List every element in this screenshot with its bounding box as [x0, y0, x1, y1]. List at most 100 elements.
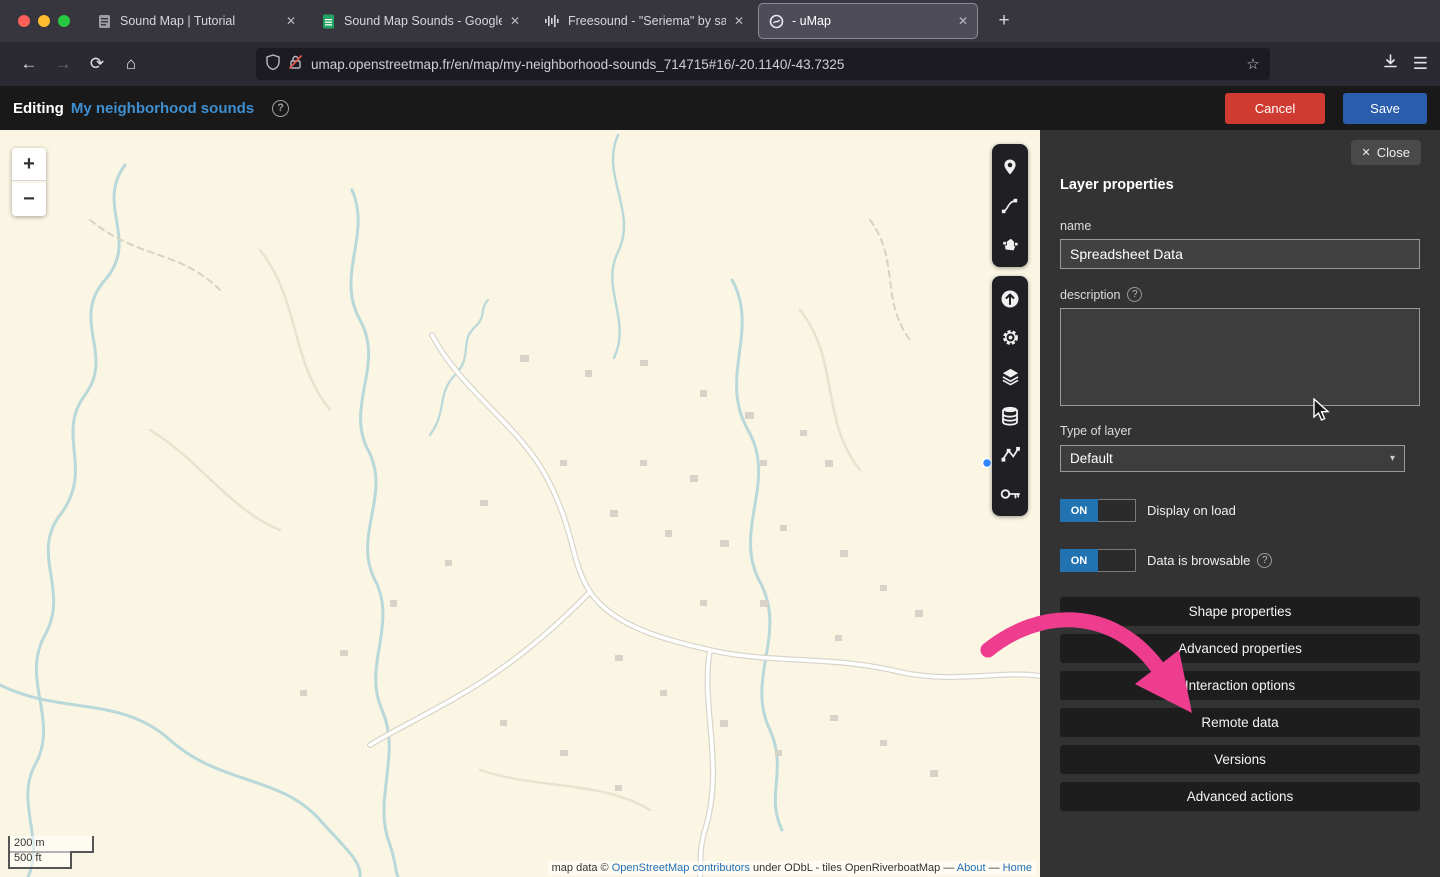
- tab-label: Freesound - "Seriema" by sarala: [568, 14, 726, 28]
- scale-imperial: 500 ft: [8, 851, 72, 869]
- draw-polyline-icon[interactable]: [994, 187, 1026, 224]
- data-is-browsable-row: ON Data is browsable ?: [1060, 549, 1420, 572]
- layer-description-textarea[interactable]: [1060, 308, 1420, 406]
- tab-sound-map-tutorial[interactable]: Sound Map | Tutorial ✕: [87, 4, 305, 38]
- zoom-control: + −: [12, 148, 46, 216]
- shape-properties-button[interactable]: Shape properties: [1060, 597, 1420, 626]
- type-of-layer-select[interactable]: Default ▾: [1060, 445, 1405, 472]
- map-vertex-dot: [981, 457, 993, 469]
- versions-button[interactable]: Versions: [1060, 745, 1420, 774]
- zoom-out-button[interactable]: −: [12, 183, 46, 216]
- menu-icon[interactable]: ☰: [1413, 54, 1428, 74]
- waveform-icon: [544, 13, 560, 29]
- forward-button[interactable]: →: [46, 48, 80, 80]
- zoom-in-button[interactable]: +: [12, 148, 46, 181]
- data-is-browsable-toggle[interactable]: ON: [1060, 549, 1136, 572]
- close-label: Close: [1376, 145, 1410, 160]
- tab-label: Sound Map | Tutorial: [120, 14, 236, 28]
- url-text[interactable]: umap.openstreetmap.fr/en/map/my-neighbor…: [311, 57, 1238, 72]
- google-sheets-icon: [320, 13, 336, 29]
- description-label: description ?: [1060, 287, 1420, 302]
- osm-contributors-link[interactable]: OpenStreetMap contributors: [612, 862, 750, 874]
- toggle-on-state: ON: [1060, 549, 1098, 572]
- insecure-lock-icon[interactable]: [288, 54, 303, 75]
- map-name-link[interactable]: My neighborhood sounds: [71, 100, 254, 117]
- shield-icon[interactable]: [266, 53, 280, 75]
- map-attribution: map data © OpenStreetMap contributors un…: [547, 861, 1036, 875]
- tab-freesound[interactable]: Freesound - "Seriema" by sarala ✕: [535, 4, 753, 38]
- tab-close-icon[interactable]: ✕: [286, 14, 296, 28]
- interaction-options-button[interactable]: Interaction options: [1060, 671, 1420, 700]
- toggle-on-state: ON: [1060, 499, 1098, 522]
- settings-gear-icon[interactable]: [994, 319, 1026, 356]
- map-scale: 200 m 500 ft: [8, 835, 94, 869]
- type-of-layer-label: Type of layer: [1060, 424, 1132, 438]
- back-button[interactable]: ←: [12, 48, 46, 80]
- map-canvas: [0, 133, 1040, 877]
- display-on-load-label: Display on load: [1147, 503, 1236, 518]
- attribution-text: map data ©: [551, 862, 612, 874]
- umap-logo-icon: [768, 13, 784, 29]
- help-icon[interactable]: ?: [272, 99, 290, 117]
- url-bar[interactable]: umap.openstreetmap.fr/en/map/my-neighbor…: [256, 48, 1270, 80]
- attribution-text: —: [985, 862, 1003, 874]
- import-upload-icon[interactable]: [994, 280, 1026, 317]
- macos-window-controls: [0, 15, 84, 27]
- panel-action-list: Shape properties Advanced properties Int…: [1060, 597, 1420, 811]
- new-tab-button[interactable]: +: [990, 7, 1018, 35]
- tab-label: Sound Map Sounds - Google Sh: [344, 14, 502, 28]
- cancel-button[interactable]: Cancel: [1225, 92, 1325, 124]
- permissions-key-icon[interactable]: [994, 475, 1026, 512]
- maximize-window-button[interactable]: [58, 15, 70, 27]
- remote-data-button[interactable]: Remote data: [1060, 708, 1420, 737]
- toggle-track: [1098, 549, 1136, 572]
- umap-edit-header: Editing My neighborhood sounds ? Cancel …: [0, 86, 1440, 130]
- layers-icon[interactable]: [994, 358, 1026, 395]
- save-button[interactable]: Save: [1343, 92, 1427, 124]
- display-on-load-row: ON Display on load: [1060, 499, 1420, 522]
- data-is-browsable-label: Data is browsable ?: [1147, 553, 1273, 568]
- database-icon[interactable]: [994, 397, 1026, 434]
- map-area[interactable]: + − 200 m 500 ft map data © OpenStreetMa…: [0, 130, 1040, 877]
- panel-title: Layer properties: [1060, 177, 1174, 193]
- edit-path-icon[interactable]: [994, 436, 1026, 473]
- description-help-icon[interactable]: ?: [1127, 287, 1143, 302]
- minimize-window-button[interactable]: [38, 15, 50, 27]
- tab-label: - uMap: [792, 14, 831, 28]
- close-window-button[interactable]: [18, 15, 30, 27]
- toggle-track: [1098, 499, 1136, 522]
- type-of-layer-value: Default: [1070, 451, 1113, 466]
- map-actions-toolbar: [992, 276, 1028, 516]
- data-is-browsable-label-text: Data is browsable: [1147, 553, 1251, 568]
- downloads-icon[interactable]: [1382, 53, 1399, 75]
- browsable-help-icon[interactable]: ?: [1257, 553, 1273, 568]
- close-panel-button[interactable]: ✕ Close: [1350, 140, 1421, 165]
- draw-polygon-icon[interactable]: [994, 226, 1026, 263]
- attribution-text: under ODbL - tiles OpenRiverboatMap —: [749, 862, 957, 874]
- home-button[interactable]: ⌂: [114, 48, 148, 80]
- home-link[interactable]: Home: [1003, 862, 1032, 874]
- browser-tab-bar: Sound Map | Tutorial ✕ Sound Map Sounds …: [0, 0, 1440, 42]
- chevron-down-icon: ▾: [1389, 453, 1395, 464]
- editing-label: Editing: [13, 99, 64, 117]
- document-icon: [96, 13, 112, 29]
- tab-close-icon[interactable]: ✕: [510, 14, 520, 28]
- layer-name-input[interactable]: [1060, 239, 1420, 269]
- description-label-text: description: [1060, 287, 1121, 302]
- about-link[interactable]: About: [957, 862, 986, 874]
- browser-window: Sound Map | Tutorial ✕ Sound Map Sounds …: [0, 0, 1440, 877]
- layer-properties-panel: ✕ Close Layer properties name descriptio…: [1040, 130, 1440, 877]
- reload-button[interactable]: ⟳: [80, 48, 114, 80]
- browser-navbar: ← → ⟳ ⌂ umap.openstreetmap.fr/en/map/my-…: [0, 42, 1440, 86]
- tab-google-sheets[interactable]: Sound Map Sounds - Google Sh ✕: [311, 4, 529, 38]
- tab-umap-active[interactable]: - uMap ✕: [759, 4, 977, 38]
- draw-marker-icon[interactable]: [994, 148, 1026, 185]
- advanced-properties-button[interactable]: Advanced properties: [1060, 634, 1420, 663]
- display-on-load-toggle[interactable]: ON: [1060, 499, 1136, 522]
- bookmark-star-icon[interactable]: ☆: [1246, 55, 1259, 73]
- advanced-actions-button[interactable]: Advanced actions: [1060, 782, 1420, 811]
- tab-close-icon[interactable]: ✕: [958, 14, 968, 28]
- tab-close-icon[interactable]: ✕: [734, 14, 744, 28]
- close-icon: ✕: [1361, 147, 1371, 159]
- name-label: name: [1060, 219, 1092, 233]
